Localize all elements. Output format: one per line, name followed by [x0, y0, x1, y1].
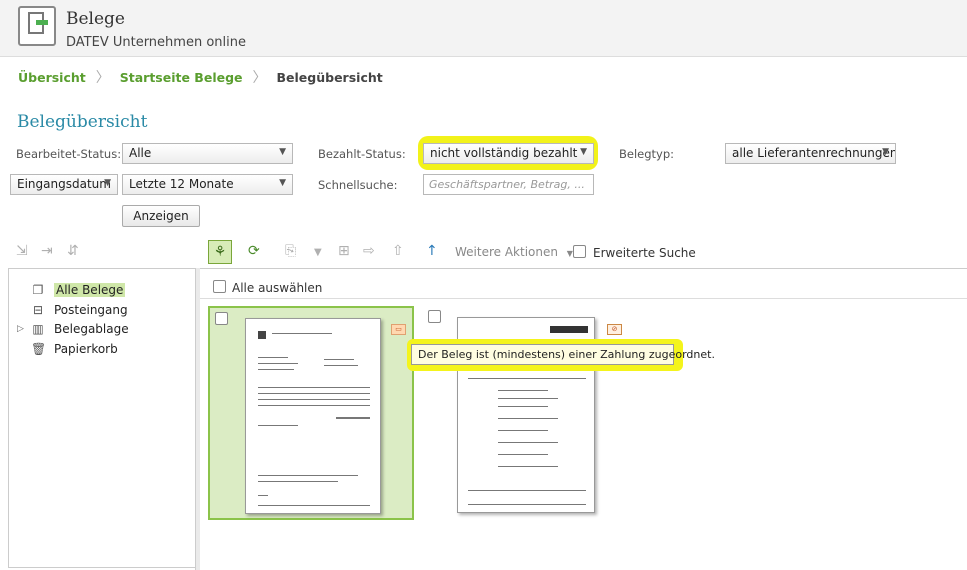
weitere-aktionen-menu[interactable]: Weitere Aktionen ▼: [455, 245, 573, 259]
select-all-checkbox[interactable]: [213, 280, 226, 293]
bezahlt-status-label: Bezahlt-Status:: [318, 147, 406, 161]
sidebar-item-label: Belegablage: [54, 322, 129, 336]
sidebar-item-belegablage[interactable]: ▷ ▥ Belegablage: [17, 322, 129, 336]
split-icon[interactable]: ⇵: [67, 243, 79, 259]
sidebar-item-label: Papierkorb: [54, 342, 118, 356]
breadcrumb-startseite-belege[interactable]: Startseite Belege: [120, 70, 243, 85]
dropdown-arrow-icon: ▼: [279, 178, 286, 188]
belegtyp-select[interactable]: alle Lieferantenrechnungen ▼: [725, 143, 896, 164]
erweiterte-suche-label: Erweiterte Suche: [593, 246, 696, 260]
date-field-value: Eingangsdatum: [17, 177, 111, 191]
app-subtitle: DATEV Unternehmen online: [66, 35, 246, 50]
document-checkbox[interactable]: [428, 310, 441, 323]
dropdown-arrow-icon: ▼: [104, 178, 111, 188]
sidebar-item-label: Posteingang: [54, 303, 128, 317]
anzeigen-button[interactable]: Anzeigen: [122, 205, 200, 227]
document-checkbox[interactable]: [215, 312, 228, 325]
payment-not-linked-icon[interactable]: ⊘: [607, 324, 622, 335]
refresh-icon[interactable]: ⟳: [248, 243, 260, 259]
bearbeitet-status-select[interactable]: Alle ▼: [122, 143, 293, 164]
dropdown-arrow-icon: ▼: [279, 147, 286, 157]
select-all-row: Alle auswählen: [200, 275, 967, 299]
breadcrumb: Übersicht 〉 Startseite Belege 〉 Belegübe…: [18, 67, 383, 87]
attach-icon[interactable]: ⎘: [285, 243, 296, 259]
belege-app-icon: [18, 6, 56, 46]
documents-icon: ❐: [32, 283, 44, 297]
folder-icon: ▥: [32, 322, 44, 336]
date-field-select[interactable]: Eingangsdatum ▼: [10, 174, 118, 195]
app-header: Belege DATEV Unternehmen online: [0, 0, 967, 57]
breadcrumb-uebersicht[interactable]: Übersicht: [18, 70, 86, 85]
select-all-label: Alle auswählen: [232, 281, 323, 295]
chevron-right-icon: 〉: [252, 70, 267, 86]
payment-linked-icon[interactable]: ▭: [391, 324, 406, 335]
dropdown-arrow-icon: ▼: [580, 147, 587, 157]
move-icon[interactable]: ⇨: [363, 243, 375, 259]
chevron-right-icon: 〉: [95, 70, 110, 86]
import-icon[interactable]: ⇲: [16, 243, 28, 259]
schnellsuche-label: Schnellsuche:: [318, 178, 398, 192]
sidebar: ❐ Alle Belege ⊟ Posteingang ▷ ▥ Belegabl…: [8, 268, 197, 568]
tooltip: Der Beleg ist (mindestens) einer Zahlung…: [411, 344, 715, 365]
bezahlt-status-value: nicht vollständig bezahlt: [430, 146, 578, 160]
merge-icon[interactable]: ⊞: [338, 243, 350, 259]
inbox-icon: ⊟: [32, 303, 44, 317]
export-icon[interactable]: ⇥: [41, 243, 53, 259]
document-thumbnail[interactable]: [245, 318, 381, 514]
breadcrumb-current: Belegübersicht: [276, 69, 383, 85]
dropdown-arrow-icon: ▼: [882, 147, 889, 157]
app-title: Belege: [66, 9, 125, 29]
chevron-down-icon[interactable]: ▼: [314, 247, 322, 258]
bearbeitet-status-label: Bearbeitet-Status:: [16, 147, 122, 161]
tree-view-icon[interactable]: ⚘: [208, 240, 232, 264]
belegtyp-value: alle Lieferantenrechnungen: [732, 146, 896, 160]
document-card[interactable]: ▭: [208, 306, 414, 520]
sidebar-item-label: Alle Belege: [54, 283, 126, 297]
date-range-select[interactable]: Letzte 12 Monate ▼: [122, 174, 293, 195]
up-arrow-icon[interactable]: ↑: [426, 243, 438, 259]
sidebar-item-alle-belege[interactable]: ❐ Alle Belege: [31, 283, 126, 297]
sidebar-item-papierkorb[interactable]: 🗑 Papierkorb: [31, 342, 118, 356]
page-title: Belegübersicht: [17, 112, 148, 132]
trash-icon: 🗑: [31, 342, 47, 356]
sidebar-item-posteingang[interactable]: ⊟ Posteingang: [31, 303, 128, 317]
bezahlt-status-select[interactable]: nicht vollständig bezahlt ▼: [423, 143, 594, 164]
upload-icon[interactable]: ⇧: [392, 243, 404, 259]
erweiterte-suche-checkbox[interactable]: [573, 245, 586, 258]
weitere-aktionen-label: Weitere Aktionen: [455, 245, 558, 259]
expand-arrow-icon[interactable]: ▷: [17, 324, 31, 334]
date-range-value: Letzte 12 Monate: [129, 177, 234, 191]
bearbeitet-status-value: Alle: [129, 146, 152, 160]
schnellsuche-input[interactable]: Geschäftspartner, Betrag, ...: [423, 174, 594, 195]
belegtyp-label: Belegtyp:: [619, 147, 675, 161]
